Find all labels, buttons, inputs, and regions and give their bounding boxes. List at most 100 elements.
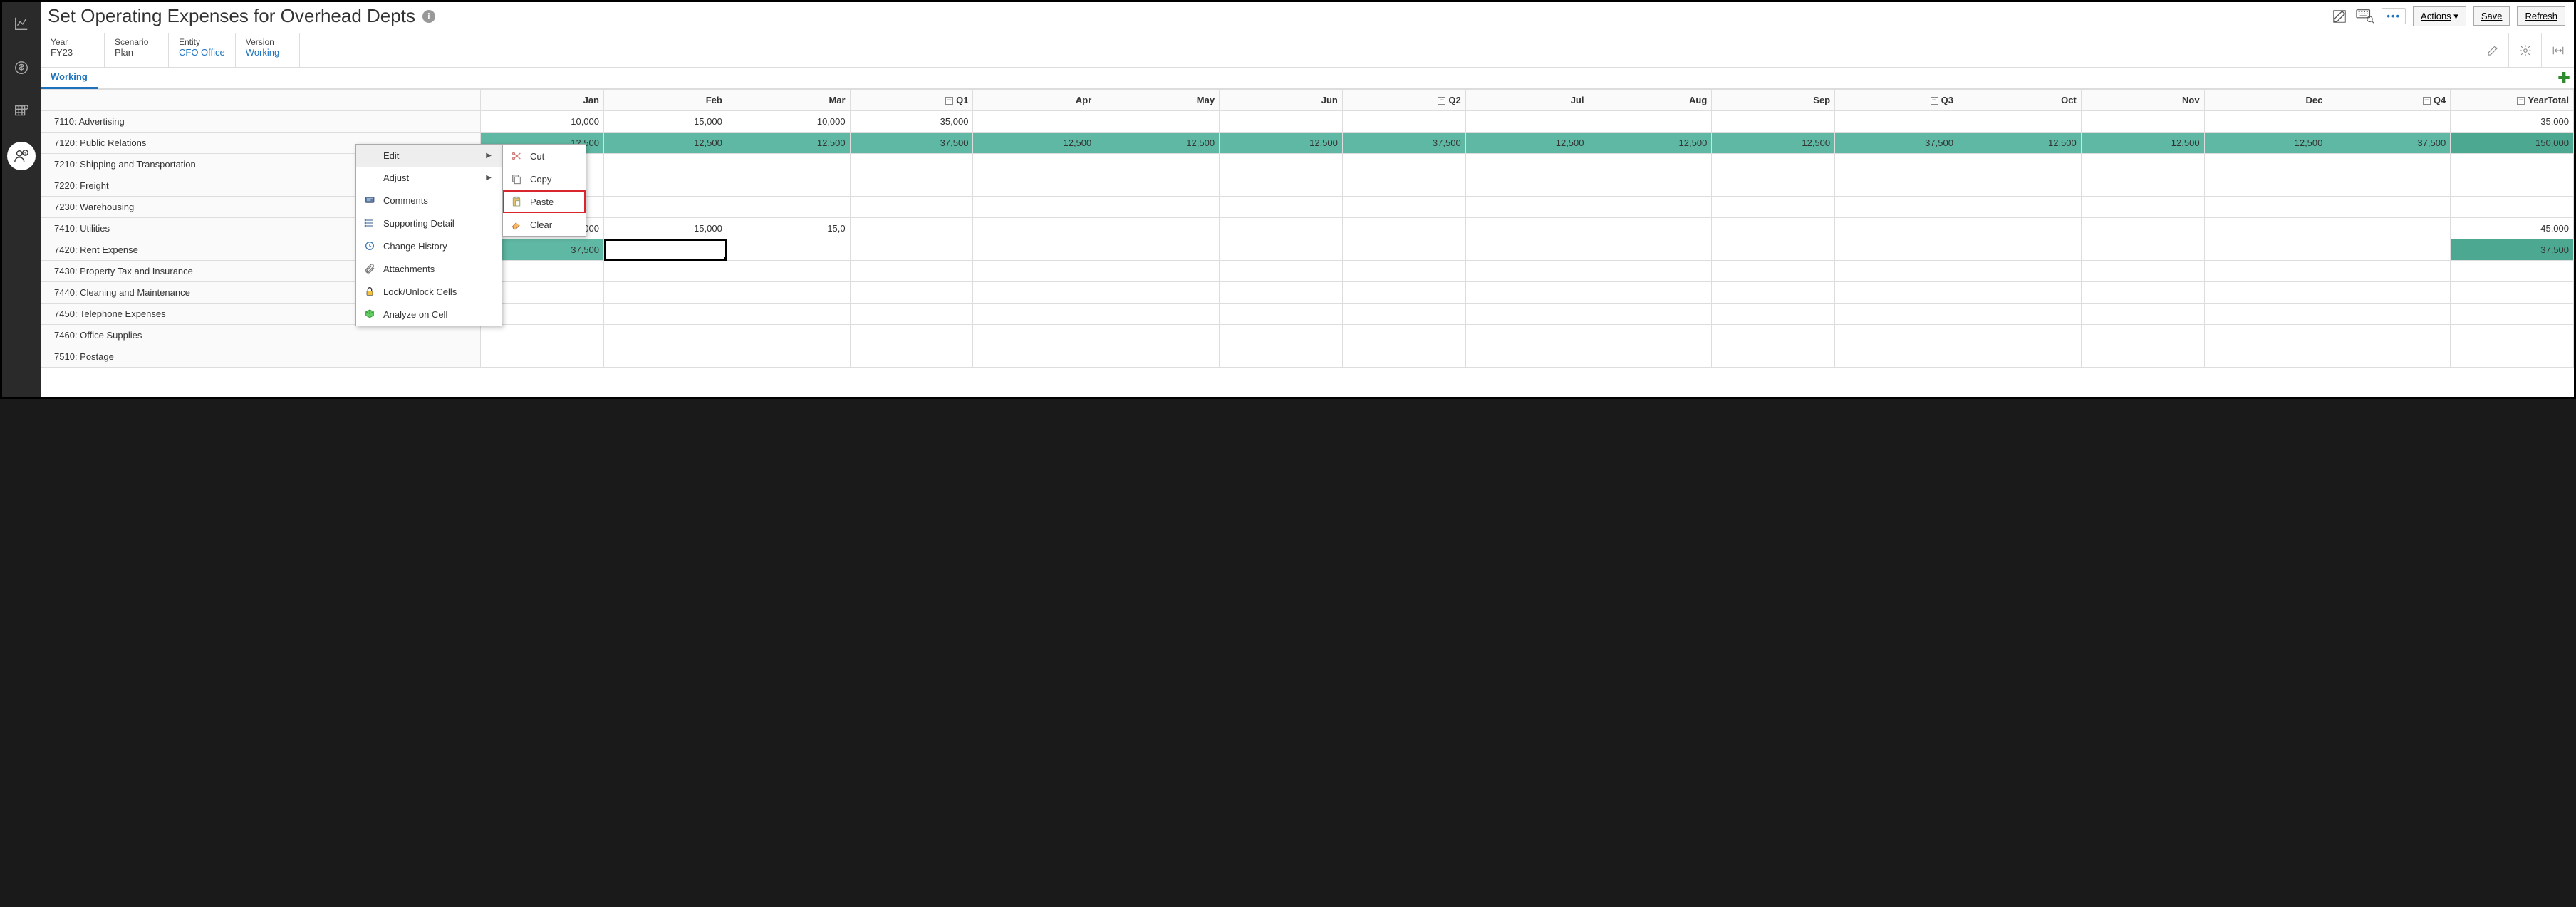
data-cell[interactable]	[1712, 346, 1835, 368]
find-keyboard-icon[interactable]	[2356, 7, 2374, 26]
data-cell[interactable]	[727, 154, 850, 175]
data-cell[interactable]	[2451, 175, 2574, 197]
data-cell[interactable]: 10,000	[727, 111, 850, 133]
data-cell[interactable]	[1342, 197, 1465, 218]
data-cell[interactable]	[2204, 325, 2327, 346]
pov-year[interactable]: Year FY23	[41, 33, 105, 67]
data-cell[interactable]	[1589, 175, 1712, 197]
data-cell[interactable]	[1712, 304, 1835, 325]
data-cell[interactable]	[1342, 154, 1465, 175]
data-cell[interactable]	[1589, 261, 1712, 282]
data-cell[interactable]	[1096, 346, 1220, 368]
edit-icon[interactable]	[2330, 7, 2349, 26]
data-cell[interactable]	[727, 346, 850, 368]
data-cell[interactable]	[1465, 325, 1589, 346]
column-header[interactable]: −Q1	[850, 90, 973, 111]
data-cell[interactable]	[1958, 154, 2081, 175]
data-cell[interactable]	[1589, 154, 1712, 175]
data-cell[interactable]	[2327, 304, 2451, 325]
column-header[interactable]: Oct	[1958, 90, 2081, 111]
data-cell[interactable]	[1958, 282, 2081, 304]
data-cell[interactable]	[1589, 325, 1712, 346]
data-cell[interactable]	[2327, 175, 2451, 197]
column-header[interactable]: Jun	[1220, 90, 1343, 111]
data-cell[interactable]	[1220, 197, 1343, 218]
data-cell[interactable]	[604, 261, 727, 282]
collapse-icon[interactable]: −	[945, 97, 953, 105]
data-cell[interactable]	[850, 239, 973, 261]
data-cell[interactable]	[1958, 304, 2081, 325]
data-cell[interactable]	[850, 282, 973, 304]
data-cell[interactable]: 37,500	[2451, 239, 2574, 261]
data-cell[interactable]	[1465, 239, 1589, 261]
data-cell[interactable]	[1220, 325, 1343, 346]
data-cell[interactable]	[973, 154, 1096, 175]
info-icon[interactable]: i	[422, 10, 435, 23]
data-cell[interactable]	[604, 239, 727, 261]
data-cell[interactable]: 37,500	[1342, 133, 1465, 154]
data-cell[interactable]	[1958, 111, 2081, 133]
ctx-clear[interactable]: Clear	[503, 213, 586, 236]
data-cell[interactable]	[1465, 218, 1589, 239]
data-cell[interactable]	[1096, 218, 1220, 239]
data-cell[interactable]	[604, 282, 727, 304]
column-header[interactable]: −Q3	[1835, 90, 1958, 111]
data-cell[interactable]	[1835, 197, 1958, 218]
column-header[interactable]: Jan	[481, 90, 604, 111]
data-cell[interactable]: 45,000	[2451, 218, 2574, 239]
data-cell[interactable]	[1835, 111, 1958, 133]
data-cell[interactable]: 12,500	[2081, 133, 2204, 154]
data-cell[interactable]	[1220, 304, 1343, 325]
data-cell[interactable]	[850, 154, 973, 175]
data-cell[interactable]	[727, 175, 850, 197]
data-cell[interactable]	[973, 111, 1096, 133]
data-cell[interactable]	[1096, 282, 1220, 304]
data-cell[interactable]	[727, 282, 850, 304]
data-cell[interactable]	[973, 175, 1096, 197]
data-cell[interactable]	[1958, 175, 2081, 197]
data-cell[interactable]	[2327, 218, 2451, 239]
data-cell[interactable]	[1835, 282, 1958, 304]
data-cell[interactable]	[1712, 218, 1835, 239]
data-cell[interactable]: 12,500	[604, 133, 727, 154]
data-cell[interactable]	[2451, 197, 2574, 218]
data-cell[interactable]: 12,500	[1220, 133, 1343, 154]
data-cell[interactable]	[1465, 154, 1589, 175]
sidebar-item-currency[interactable]	[7, 53, 36, 82]
refresh-button[interactable]: Refresh	[2517, 6, 2565, 26]
add-tab-button[interactable]: ✚	[2558, 68, 2574, 88]
data-cell[interactable]: 37,500	[850, 133, 973, 154]
data-cell[interactable]	[2327, 282, 2451, 304]
data-cell[interactable]	[1342, 261, 1465, 282]
data-cell[interactable]	[2327, 197, 2451, 218]
data-cell[interactable]	[604, 346, 727, 368]
data-cell[interactable]	[1342, 325, 1465, 346]
data-cell[interactable]	[604, 304, 727, 325]
sidebar-item-user-budget[interactable]: $	[7, 142, 36, 170]
ctx-analyze[interactable]: Analyze on Cell	[356, 303, 502, 326]
data-cell[interactable]	[1465, 282, 1589, 304]
data-cell[interactable]	[973, 261, 1096, 282]
data-cell[interactable]	[1835, 325, 1958, 346]
data-cell[interactable]	[973, 325, 1096, 346]
data-cell[interactable]: 15,000	[604, 218, 727, 239]
data-cell[interactable]: 37,500	[2327, 133, 2451, 154]
data-cell[interactable]	[973, 282, 1096, 304]
data-cell[interactable]	[1835, 346, 1958, 368]
data-cell[interactable]	[1096, 175, 1220, 197]
data-cell[interactable]	[2327, 325, 2451, 346]
data-cell[interactable]	[850, 197, 973, 218]
data-cell[interactable]	[1342, 239, 1465, 261]
data-cell[interactable]	[973, 304, 1096, 325]
save-button[interactable]: Save	[2473, 6, 2510, 26]
data-cell[interactable]	[973, 218, 1096, 239]
data-cell[interactable]	[1465, 111, 1589, 133]
data-cell[interactable]	[2081, 239, 2204, 261]
pov-scenario[interactable]: Scenario Plan	[105, 33, 169, 67]
column-header[interactable]: Apr	[973, 90, 1096, 111]
data-cell[interactable]	[1096, 261, 1220, 282]
data-cell[interactable]	[2081, 154, 2204, 175]
data-cell[interactable]	[1465, 346, 1589, 368]
ctx-copy[interactable]: Copy	[503, 167, 586, 190]
data-cell[interactable]: 12,500	[2204, 133, 2327, 154]
